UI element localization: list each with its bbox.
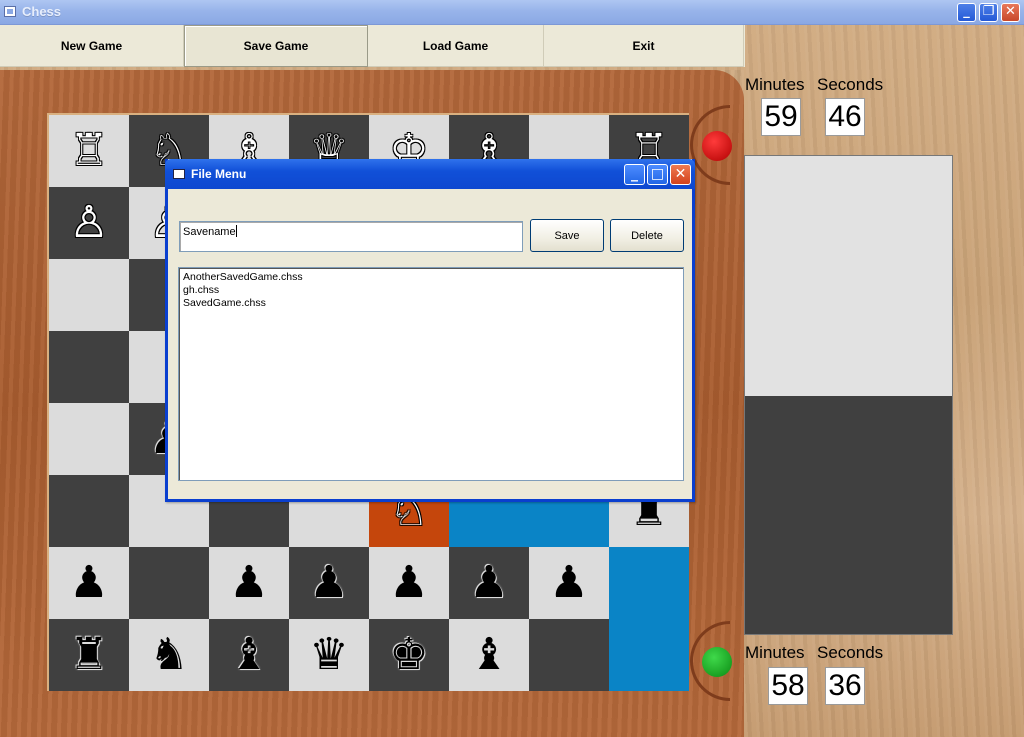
black-piece-icon[interactable]: ♝ [469, 633, 508, 677]
board-square[interactable]: ♜ [49, 619, 129, 691]
black-piece-icon[interactable]: ♜ [69, 633, 108, 677]
board-square[interactable]: ♟ [289, 547, 369, 619]
dialog-minimize-button[interactable]: _ [624, 164, 645, 185]
white-turn-indicator [702, 647, 732, 677]
black-piece-icon[interactable]: ♝ [229, 633, 268, 677]
dialog-title: File Menu [191, 167, 247, 181]
dialog-maximize-button[interactable]: □ [647, 164, 668, 185]
board-square[interactable] [49, 475, 129, 547]
white-piece-icon[interactable]: ♖ [69, 129, 108, 173]
save-name-value: Savename [183, 226, 236, 238]
black-piece-icon[interactable]: ♟ [69, 561, 108, 605]
black-turn-indicator [702, 131, 732, 161]
dialog-titlebar[interactable]: File Menu _ □ ✕ [165, 159, 695, 189]
top-minutes-value: 59 [761, 98, 801, 136]
app-icon [4, 6, 16, 17]
top-seconds-label: Seconds [817, 75, 884, 94]
black-piece-icon[interactable]: ♞ [149, 633, 188, 677]
black-piece-icon[interactable]: ♟ [309, 561, 348, 605]
captured-black-area [745, 396, 952, 634]
black-piece-icon[interactable]: ♟ [549, 561, 588, 605]
save-name-input[interactable]: Savename [179, 221, 523, 252]
black-piece-icon[interactable]: ♛ [309, 633, 348, 677]
menu-bar: New Game Save Game Load Game Exit [0, 25, 745, 67]
file-menu-dialog: File Menu _ □ ✕ Savename Save Delete Ano… [165, 159, 695, 502]
board-square[interactable] [49, 403, 129, 475]
restore-button[interactable]: ❐ [979, 3, 998, 22]
board-square[interactable]: ♝ [209, 619, 289, 691]
minimize-button[interactable]: _ [957, 3, 976, 22]
board-square[interactable] [609, 619, 689, 691]
board-square[interactable] [49, 259, 129, 331]
dialog-icon [173, 169, 185, 179]
black-piece-icon[interactable]: ♟ [229, 561, 268, 605]
bottom-seconds-label: Seconds [817, 643, 884, 662]
captured-white-area [745, 156, 952, 396]
board-square[interactable]: ♙ [49, 187, 129, 259]
top-seconds-value: 46 [825, 98, 865, 136]
window-titlebar: Chess _ ❐ ✕ [0, 0, 1024, 25]
board-square[interactable]: ♟ [369, 547, 449, 619]
bottom-seconds-value: 36 [825, 667, 865, 705]
board-square[interactable]: ♛ [289, 619, 369, 691]
bottom-minutes-label: Minutes [745, 643, 805, 662]
close-button[interactable]: ✕ [1001, 3, 1020, 22]
bottom-minutes-value: 58 [768, 667, 808, 705]
board-square[interactable]: ♚ [369, 619, 449, 691]
board-square[interactable]: ♝ [449, 619, 529, 691]
board-square[interactable]: ♟ [49, 547, 129, 619]
board-square[interactable]: ♞ [129, 619, 209, 691]
captured-pieces-panel [744, 155, 953, 635]
save-button[interactable]: Save [530, 219, 604, 252]
board-square[interactable]: ♟ [209, 547, 289, 619]
save-game-button[interactable]: Save Game [184, 25, 368, 67]
text-caret [235, 225, 237, 237]
list-item[interactable]: SavedGame.chss [183, 297, 679, 310]
black-piece-icon[interactable]: ♟ [389, 561, 428, 605]
delete-button[interactable]: Delete [610, 219, 684, 252]
list-item[interactable]: gh.chss [183, 284, 679, 297]
board-square[interactable] [609, 547, 689, 619]
dialog-close-button[interactable]: ✕ [670, 164, 691, 185]
saved-games-list[interactable]: AnotherSavedGame.chss gh.chss SavedGame.ch… [178, 267, 684, 481]
board-square[interactable]: ♟ [529, 547, 609, 619]
list-item[interactable]: AnotherSavedGame.chss [183, 271, 679, 284]
black-piece-icon[interactable]: ♚ [389, 633, 428, 677]
white-piece-icon[interactable]: ♙ [69, 201, 108, 245]
board-square[interactable] [129, 547, 209, 619]
exit-button[interactable]: Exit [544, 25, 744, 67]
window-title: Chess [22, 4, 62, 19]
top-minutes-label: Minutes [745, 75, 805, 94]
load-game-button[interactable]: Load Game [368, 25, 544, 67]
board-square[interactable] [529, 619, 609, 691]
board-square[interactable]: ♖ [49, 115, 129, 187]
black-piece-icon[interactable]: ♟ [469, 561, 508, 605]
new-game-button[interactable]: New Game [0, 25, 184, 67]
board-square[interactable] [49, 331, 129, 403]
board-square[interactable]: ♟ [449, 547, 529, 619]
